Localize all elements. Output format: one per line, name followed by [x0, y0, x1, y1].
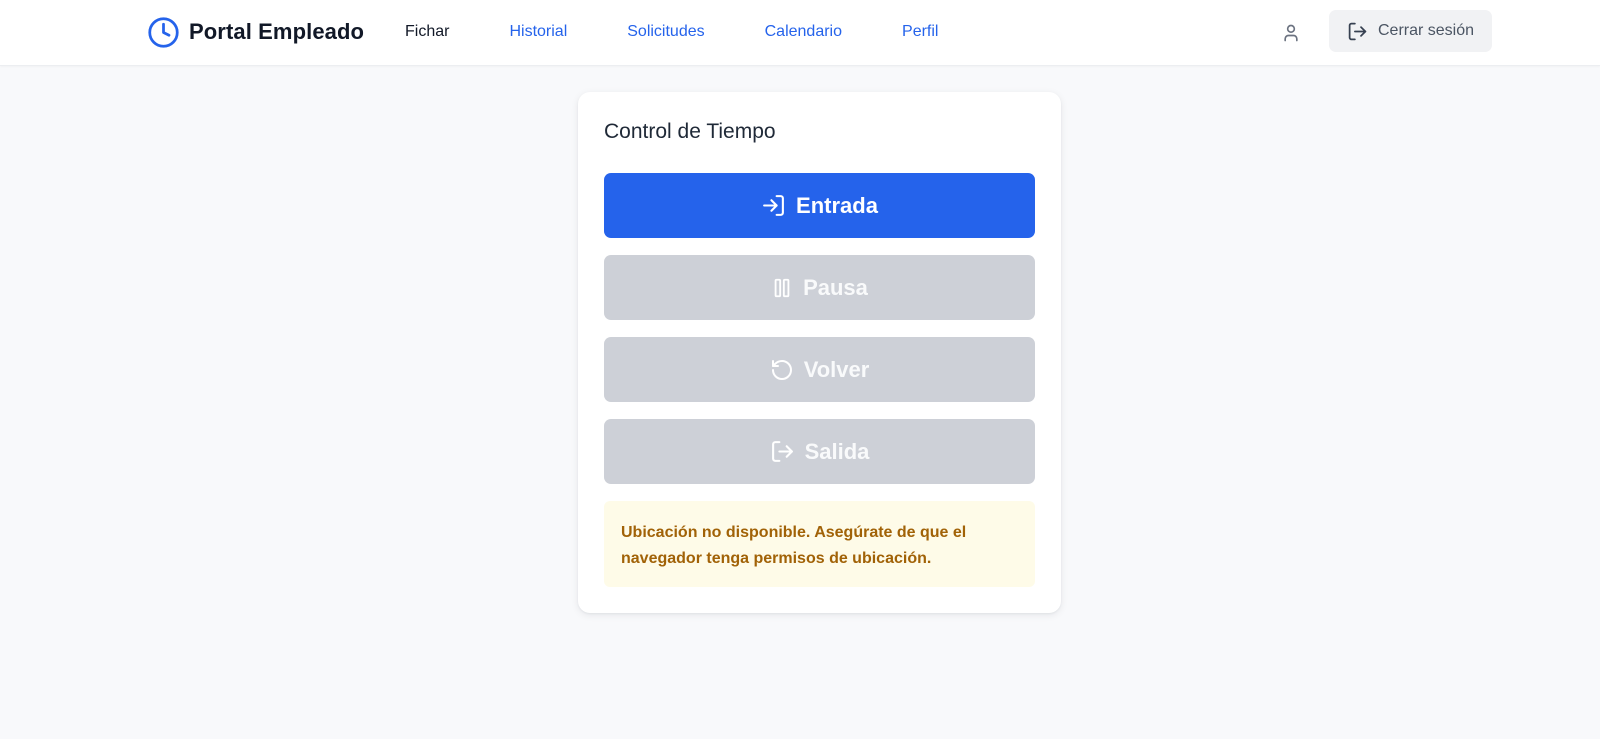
clock-icon	[148, 16, 179, 48]
clock-in-label: Entrada	[796, 192, 878, 218]
nav-item-perfil[interactable]: Perfil	[902, 23, 938, 41]
log-out-icon	[771, 441, 793, 462]
pause-button[interactable]: Pausa	[604, 255, 1035, 320]
log-in-icon	[763, 195, 784, 216]
nav-item-solicitudes[interactable]: Solicitudes	[627, 23, 704, 41]
pause-icon	[774, 278, 790, 297]
clock-out-button[interactable]: Salida	[604, 419, 1035, 484]
user-profile-button[interactable]	[1276, 18, 1306, 48]
nav-item-historial[interactable]: Historial	[509, 23, 567, 41]
time-control-card: Control de Tiempo Entrada Pausa Volver S…	[578, 92, 1061, 613]
location-warning-alert: Ubicación no disponible. Asegúrate de qu…	[604, 501, 1035, 587]
rotate-ccw-icon	[771, 359, 792, 380]
resume-label: Volver	[803, 356, 870, 382]
resume-button[interactable]: Volver	[604, 337, 1035, 402]
top-navbar: Portal Empleado Fichar Historial Solicit…	[0, 0, 1600, 66]
logout-label: Cerrar sesión	[1377, 22, 1475, 39]
card-title: Control de Tiempo	[604, 120, 776, 143]
nav-item-fichar[interactable]: Fichar	[405, 23, 449, 41]
nav-item-calendario[interactable]: Calendario	[765, 23, 842, 41]
main-nav: Fichar Historial Solicitudes Calendario …	[405, 20, 998, 44]
clock-out-label: Salida	[804, 438, 870, 464]
clock-in-button[interactable]: Entrada	[604, 173, 1035, 238]
user-icon	[1284, 24, 1298, 42]
brand[interactable]: Portal Empleado	[147, 14, 364, 50]
brand-title: Portal Empleado	[189, 19, 365, 44]
log-out-icon	[1348, 22, 1367, 40]
logout-button[interactable]: Cerrar sesión	[1329, 10, 1492, 52]
pause-label: Pausa	[803, 274, 868, 300]
